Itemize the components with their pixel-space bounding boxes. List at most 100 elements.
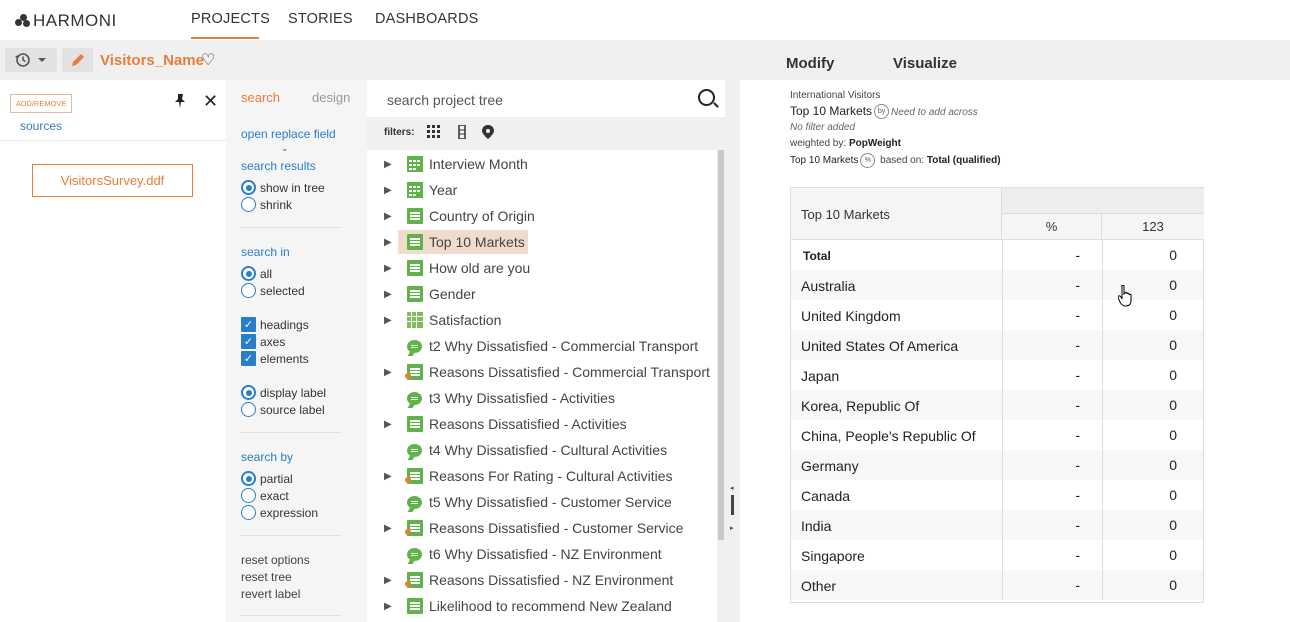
tree-item[interactable]: t4 Why Dissatisfied - Cultural Activitie… xyxy=(367,437,717,463)
table-row[interactable]: Germany -0 xyxy=(791,450,1203,480)
tab-modify[interactable]: Modify xyxy=(786,55,834,72)
base-value[interactable]: Total (qualified) xyxy=(927,155,1001,166)
tab-search[interactable]: search xyxy=(241,90,280,105)
radio-display-label[interactable]: display label xyxy=(241,385,326,400)
grid-filter-icon[interactable] xyxy=(427,125,441,139)
table-row[interactable]: Singapore -0 xyxy=(791,540,1203,570)
expand-arrow-icon[interactable]: ▶ xyxy=(384,185,392,196)
expand-arrow-icon[interactable]: ▶ xyxy=(384,575,392,586)
tree-item[interactable]: ▶ Likelihood to recommend New Zealand xyxy=(367,593,717,619)
open-replace-field-link[interactable]: open replace field xyxy=(241,127,336,141)
radio-all[interactable]: all xyxy=(241,266,272,281)
table-row[interactable]: Australia -0 xyxy=(791,270,1203,300)
checkmark-icon[interactable]: ✓ xyxy=(241,351,256,366)
history-dropdown-button[interactable] xyxy=(5,48,57,72)
reset-tree-link[interactable]: reset tree xyxy=(241,570,292,584)
radio-shrink[interactable]: shrink xyxy=(241,197,292,212)
radio-source-label[interactable]: source label xyxy=(241,402,325,417)
tree-item[interactable]: t3 Why Dissatisfied - Activities xyxy=(367,385,717,411)
weight-value[interactable]: PopWeight xyxy=(849,138,901,149)
expand-arrow-icon[interactable]: ▶ xyxy=(384,367,392,378)
tree-search-input[interactable]: search project tree xyxy=(387,92,503,108)
chevron-right-icon[interactable]: ▸ xyxy=(730,524,734,532)
radio-partial[interactable]: partial xyxy=(241,471,293,486)
tree-item[interactable]: ▶ Country of Origin xyxy=(367,203,717,229)
table-row[interactable]: Canada -0 xyxy=(791,480,1203,510)
radio-button[interactable] xyxy=(241,180,256,195)
radio-button[interactable] xyxy=(241,283,256,298)
table-total-row[interactable]: Total -0 xyxy=(791,240,1203,270)
splitter-grip[interactable] xyxy=(731,495,734,515)
nav-tab-stories[interactable]: STORIES xyxy=(288,11,353,27)
harmoni-logo[interactable]: HARMONI xyxy=(15,11,117,31)
tree-item[interactable]: ▶ Reasons Dissatisfied - Customer Service xyxy=(367,515,717,541)
add-remove-button[interactable]: ADD/REMOVE xyxy=(10,94,73,113)
table-row[interactable]: India -0 xyxy=(791,510,1203,540)
search-icon[interactable] xyxy=(698,89,715,106)
table-row[interactable]: Other -0 xyxy=(791,570,1203,600)
nav-tab-dashboards[interactable]: DASHBOARDS xyxy=(375,11,479,27)
source-file-button[interactable]: VisitorsSurvey.ddf xyxy=(32,164,193,197)
expand-arrow-icon[interactable]: ▶ xyxy=(384,523,392,534)
radio-button[interactable] xyxy=(241,266,256,281)
tree-search-bar[interactable]: search project tree xyxy=(367,80,725,117)
tree-item[interactable]: ▶ Reasons For Rating - Cultural Activitie… xyxy=(367,463,717,489)
project-name[interactable]: Visitors_Name xyxy=(100,52,204,69)
pin-icon[interactable] xyxy=(172,93,188,113)
table-row[interactable]: Korea, Republic Of -0 xyxy=(791,390,1203,420)
chevron-down-icon[interactable]: ⌄ xyxy=(281,143,289,154)
radio-expression[interactable]: expression xyxy=(241,505,318,520)
checkmark-icon[interactable]: ✓ xyxy=(241,317,256,332)
expand-arrow-icon[interactable]: ▶ xyxy=(384,289,392,300)
tree-item[interactable]: ▶ Reasons Dissatisfied - Activities xyxy=(367,411,717,437)
tab-design[interactable]: design xyxy=(312,90,350,105)
expand-arrow-icon[interactable]: ▶ xyxy=(384,419,392,430)
table-row[interactable]: China, People's Republic Of -0 xyxy=(791,420,1203,450)
tree-item[interactable]: t2 Why Dissatisfied - Commercial Transpo… xyxy=(367,333,717,359)
tree-scrollbar[interactable] xyxy=(717,150,725,622)
expand-arrow-icon[interactable]: ▶ xyxy=(384,601,392,612)
tree-item[interactable]: ▶ Gender xyxy=(367,281,717,307)
checkbox-headings[interactable]: ✓ headings xyxy=(241,317,309,332)
nav-tab-projects[interactable]: PROJECTS xyxy=(191,11,270,27)
edit-name-button[interactable] xyxy=(62,48,93,72)
tree-item[interactable]: ▶ How old are you xyxy=(367,255,717,281)
expand-arrow-icon[interactable]: ▶ xyxy=(384,315,392,326)
expand-arrow-icon[interactable]: ▶ xyxy=(384,237,392,248)
percent-icon[interactable]: % xyxy=(860,153,876,168)
radio-show-in-tree[interactable]: show in tree xyxy=(241,180,325,195)
sources-link[interactable]: sources xyxy=(20,119,62,133)
table-row[interactable]: United Kingdom -0 xyxy=(791,300,1203,330)
column-header-percent[interactable]: % xyxy=(1002,214,1102,240)
panel-splitter[interactable]: ◂ ▸ xyxy=(725,80,740,622)
expand-arrow-icon[interactable]: ▶ xyxy=(384,471,392,482)
radio-exact[interactable]: exact xyxy=(241,488,289,503)
scrollbar-thumb[interactable] xyxy=(718,150,724,540)
close-icon[interactable]: ✕ xyxy=(203,91,218,112)
tree-item[interactable]: ▶ Top 10 Markets xyxy=(367,229,717,255)
tree-item[interactable]: ▶ Satisfaction xyxy=(367,307,717,333)
expand-arrow-icon[interactable]: ▶ xyxy=(384,263,392,274)
table-title[interactable]: Top 10 Markets xyxy=(790,104,872,118)
expand-arrow-icon[interactable]: ▶ xyxy=(384,159,392,170)
tree-item[interactable]: ▶ Reasons Dissatisfied - Commercial Trans… xyxy=(367,359,717,385)
expand-arrow-icon[interactable]: ▶ xyxy=(384,211,392,222)
tree-item[interactable]: t5 Why Dissatisfied - Customer Service xyxy=(367,489,717,515)
tab-visualize[interactable]: Visualize xyxy=(893,55,957,72)
location-pin-icon[interactable] xyxy=(481,125,495,139)
column-header-count[interactable]: 123 xyxy=(1102,214,1204,240)
radio-button[interactable] xyxy=(241,402,256,417)
by-icon[interactable]: by xyxy=(874,104,890,120)
table-row[interactable]: United States Of America -0 xyxy=(791,330,1203,360)
tree-item[interactable]: ▶ Reasons Dissatisfied - NZ Environment xyxy=(367,567,717,593)
tree-item[interactable]: ▶ Interview Month xyxy=(367,151,717,177)
radio-button[interactable] xyxy=(241,197,256,212)
checkbox-axes[interactable]: ✓ axes xyxy=(241,334,285,349)
checkbox-elements[interactable]: ✓ elements xyxy=(241,351,309,366)
chevron-left-icon[interactable]: ◂ xyxy=(730,484,734,492)
radio-button[interactable] xyxy=(241,385,256,400)
checkmark-icon[interactable]: ✓ xyxy=(241,334,256,349)
radio-button[interactable] xyxy=(241,471,256,486)
tree-item[interactable]: ▶ Year xyxy=(367,177,717,203)
radio-selected[interactable]: selected xyxy=(241,283,305,298)
